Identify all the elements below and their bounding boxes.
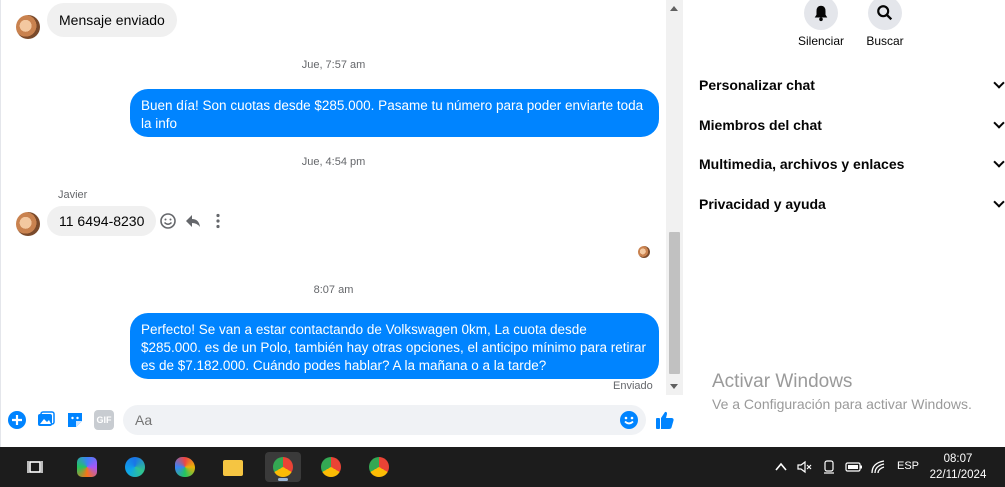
menu-row-label: Multimedia, archivos y enlaces	[699, 156, 905, 172]
chrome-icon	[273, 457, 293, 477]
screen: Mensaje enviado Jue, 7:57 am Buen día! S…	[0, 0, 1005, 487]
clock-time: 08:07	[943, 453, 973, 465]
message-input[interactable]	[123, 405, 646, 435]
chevron-down-icon	[993, 196, 1005, 208]
taskbar-chrome-2[interactable]	[313, 452, 349, 482]
seen-avatar	[638, 246, 650, 258]
message-bubble-incoming[interactable]: Mensaje enviado	[47, 3, 177, 37]
sender-name: Javier	[58, 189, 88, 201]
reply-icon[interactable]	[184, 212, 202, 230]
contact-avatar[interactable]	[16, 212, 40, 236]
mute-label: Silenciar	[797, 34, 845, 48]
timestamp: Jue, 4:54 pm	[301, 156, 366, 168]
contact-avatar[interactable]	[16, 15, 40, 39]
speaker-muted-icon[interactable]	[796, 459, 812, 475]
taskbar-paint[interactable]	[167, 452, 203, 482]
language-indicator[interactable]: ESP	[897, 460, 919, 472]
search-label: Buscar	[866, 34, 904, 48]
taskbar-chrome-1[interactable]	[265, 452, 301, 482]
folder-icon	[223, 460, 243, 476]
menu-row-label: Personalizar chat	[699, 77, 815, 93]
chevron-down-icon	[993, 77, 1005, 89]
chevron-down-icon	[993, 117, 1005, 129]
chat-info-panel: Silenciar Buscar Personalizar chat Miemb…	[683, 0, 1005, 447]
image-icon[interactable]	[36, 410, 56, 430]
clock[interactable]: 08:07 22/11/2024	[920, 451, 996, 483]
camera-icon[interactable]	[821, 459, 837, 475]
chevron-up-icon[interactable]	[774, 460, 788, 474]
chat-pane: Mensaje enviado Jue, 7:57 am Buen día! S…	[0, 0, 683, 447]
activation-watermark-subtitle: Ve a Configuración para activar Windows.	[712, 396, 972, 412]
scroll-down-arrow[interactable]	[670, 384, 678, 389]
more-options-icon[interactable]	[209, 212, 227, 230]
search-button[interactable]	[868, 0, 902, 30]
bell-icon	[814, 5, 828, 22]
clock-date: 22/11/2024	[929, 469, 987, 481]
paint-icon	[175, 457, 195, 477]
plus-icon[interactable]	[7, 410, 27, 430]
gif-icon[interactable]: GIF	[94, 410, 114, 430]
menu-row-label: Miembros del chat	[699, 117, 822, 133]
taskbar-chrome-3[interactable]	[361, 452, 397, 482]
edge-icon	[125, 457, 145, 477]
message-bubble-outgoing[interactable]: Perfecto! Se van a estar contactando de …	[130, 313, 659, 379]
chrome-icon	[369, 457, 389, 477]
scroll-thumb[interactable]	[669, 232, 680, 374]
menu-row-label: Privacidad y ayuda	[699, 196, 826, 212]
message-status: Enviado	[613, 380, 653, 392]
chevron-down-icon	[993, 156, 1005, 168]
message-bubble-incoming[interactable]: 11 6494-8230	[47, 206, 157, 236]
timestamp: Jue, 7:57 am	[301, 59, 366, 71]
taskbar-copilot[interactable]	[69, 452, 105, 482]
taskbar-file-explorer[interactable]	[215, 452, 251, 482]
scrollbar[interactable]	[666, 0, 683, 395]
copilot-icon	[77, 457, 97, 477]
taskbar: ESP 08:07 22/11/2024	[0, 447, 1005, 487]
wifi-icon[interactable]	[870, 459, 886, 475]
composer: GIF	[1, 398, 684, 444]
battery-icon[interactable]	[845, 461, 863, 473]
mute-button[interactable]	[804, 0, 838, 30]
react-emoji-icon[interactable]	[159, 212, 177, 230]
search-icon	[877, 5, 893, 21]
chrome-icon	[321, 457, 341, 477]
sticker-icon[interactable]	[65, 410, 85, 430]
emoji-icon[interactable]	[619, 410, 639, 430]
timestamp: 8:07 am	[313, 284, 354, 296]
task-view-icon[interactable]	[26, 457, 46, 477]
thumbs-up-icon[interactable]	[655, 410, 675, 430]
taskbar-edge[interactable]	[117, 452, 153, 482]
message-bubble-outgoing[interactable]: Buen día! Son cuotas desde $285.000. Pas…	[130, 89, 659, 137]
activation-watermark-title: Activar Windows	[712, 371, 853, 392]
scroll-up-arrow[interactable]	[670, 6, 678, 11]
